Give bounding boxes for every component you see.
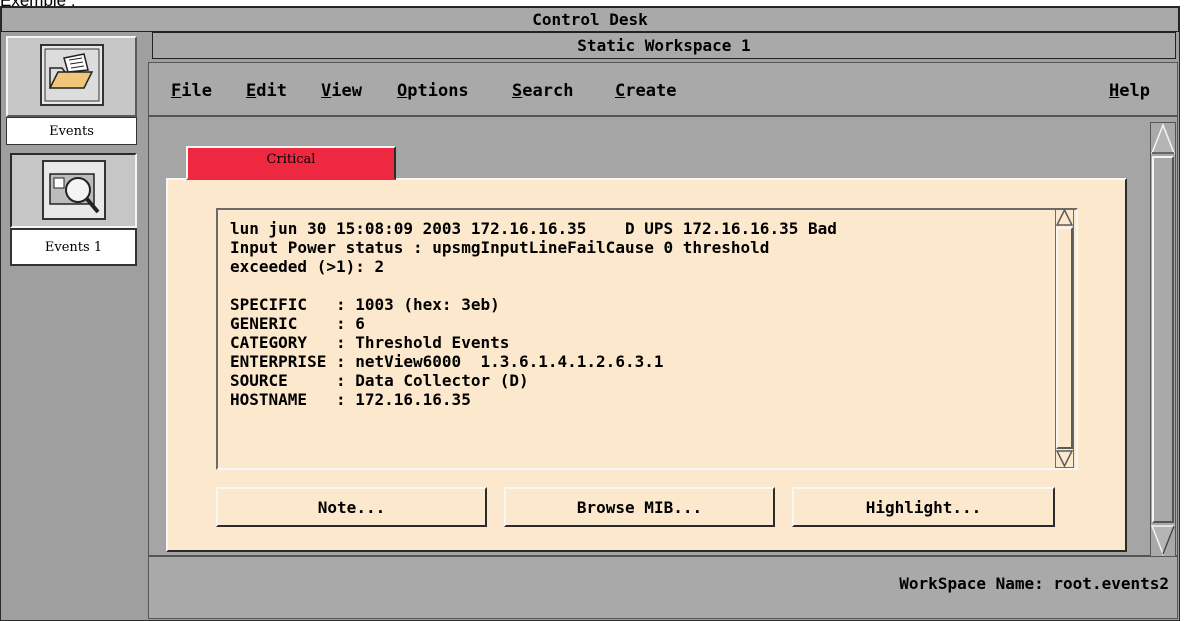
workspace-scroll-down-icon[interactable] <box>1150 524 1176 557</box>
events-folder-icon <box>40 44 104 106</box>
menu-search[interactable]: Search <box>512 81 573 101</box>
scroll-down-arrow-icon[interactable] <box>1055 449 1074 468</box>
browse-mib-button[interactable]: Browse MIB... <box>504 487 775 527</box>
events1-shortcut-button[interactable] <box>10 153 137 228</box>
menu-create[interactable]: Create <box>615 81 676 101</box>
menu-options[interactable]: Options <box>397 81 469 101</box>
scroll-up-arrow-icon[interactable] <box>1055 208 1074 227</box>
events1-shortcut-label: Events 1 <box>10 228 137 266</box>
window-title[interactable]: Control Desk <box>1 7 1179 32</box>
workspace-name-status: WorkSpace Name: root.events2 <box>899 574 1169 593</box>
menu-bar: File Edit View Options Search Create Hel… <box>148 62 1178 116</box>
tab-critical[interactable]: Critical <box>186 146 396 180</box>
workspace-scroll-up-icon[interactable] <box>1150 122 1176 155</box>
events-shortcut-label: Events <box>6 117 137 145</box>
workspace-title[interactable]: Static Workspace 1 <box>152 32 1176 59</box>
menu-edit[interactable]: Edit <box>246 81 287 101</box>
events-shortcut-button[interactable] <box>6 36 137 117</box>
highlight-button[interactable]: Highlight... <box>792 487 1055 527</box>
event-message-text: lun jun 30 15:08:09 2003 172.16.16.35 D … <box>230 219 837 409</box>
events-magnifier-icon <box>42 160 106 220</box>
menu-view[interactable]: View <box>321 81 362 101</box>
workspace-scrollbar-thumb[interactable] <box>1152 156 1174 523</box>
status-bar: WorkSpace Name: root.events2 <box>148 556 1178 619</box>
message-scrollbar-thumb[interactable] <box>1056 227 1073 449</box>
menu-help[interactable]: Help <box>1109 81 1150 101</box>
menu-file[interactable]: File <box>171 81 212 101</box>
note-button[interactable]: Note... <box>216 487 487 527</box>
